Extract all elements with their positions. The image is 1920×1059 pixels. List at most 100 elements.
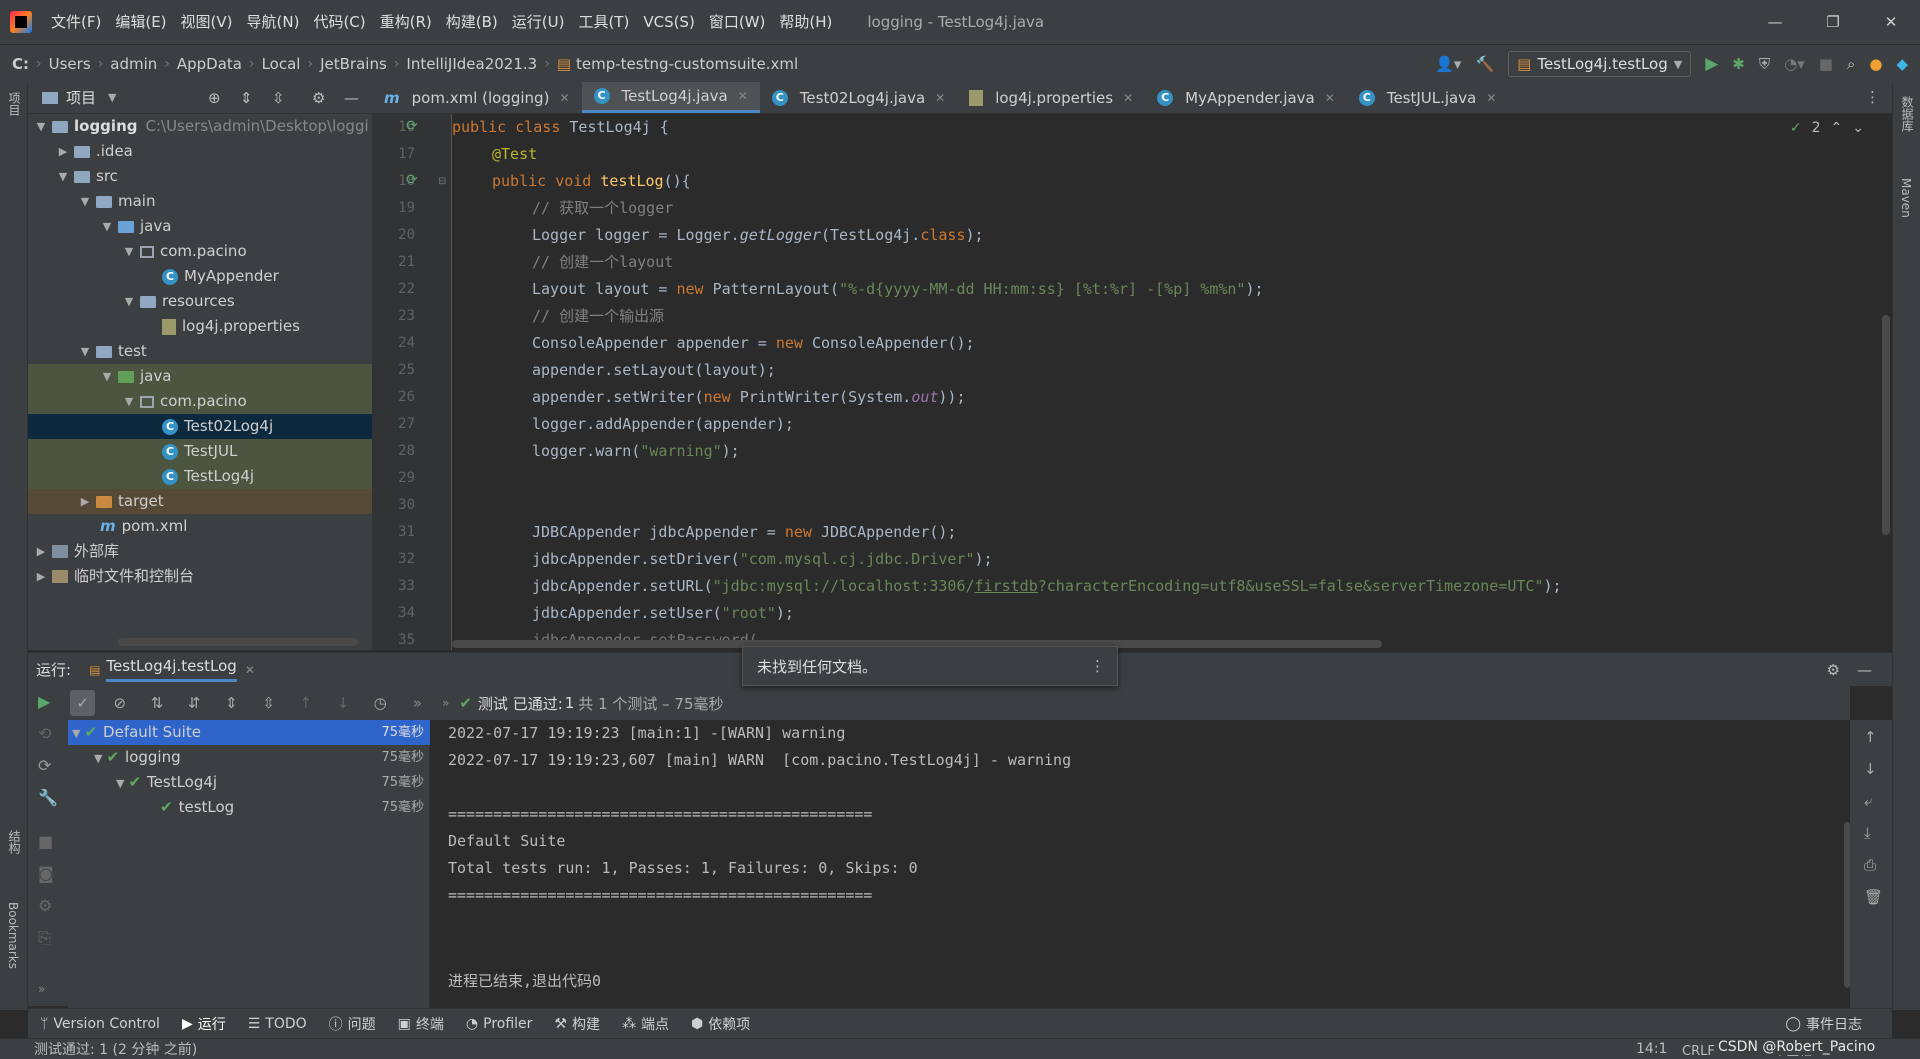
tab-dependencies[interactable]: ⬢ 依赖项 xyxy=(691,1014,750,1034)
tab-testjul[interactable]: C TestJUL.java ✕ xyxy=(1347,82,1509,113)
tree-node[interactable]: ▶ 外部库 xyxy=(34,539,119,564)
collapse-all-icon[interactable]: ⇳ xyxy=(256,690,281,716)
minimize-icon[interactable]: — xyxy=(1746,0,1804,44)
code-editor[interactable]: public class TestLog4j { @Test public vo… xyxy=(452,114,1880,650)
tab-terminal[interactable]: ▣ 终端 xyxy=(398,1014,444,1034)
tree-node[interactable]: ▼ test xyxy=(78,339,147,364)
tree-scrollbar[interactable] xyxy=(118,638,358,646)
more-options-icon[interactable]: ⋮ xyxy=(1090,657,1105,675)
chevron-up-icon[interactable]: ⌃ xyxy=(1831,120,1843,136)
stop-icon[interactable]: ■ xyxy=(1819,55,1833,73)
camera-icon[interactable]: ◙ xyxy=(38,864,54,883)
hide-icon[interactable]: — xyxy=(344,89,359,107)
structure-tool-tab[interactable]: 结构 xyxy=(6,830,23,854)
breadcrumb-item[interactable]: admin xyxy=(110,55,157,73)
tree-node[interactable]: ▼ main xyxy=(78,189,156,214)
search-icon[interactable]: ⌕ xyxy=(1847,55,1855,73)
tree-node[interactable]: ▶ target xyxy=(28,489,372,514)
menu-vcs[interactable]: VCS(S) xyxy=(636,0,701,44)
test-row-suite[interactable]: ▼ ✔ Default Suite 75毫秒 xyxy=(68,720,430,745)
run-test-gutter-icon[interactable]: ⟳ xyxy=(406,172,418,188)
tree-node[interactable]: ▼ com.pacino xyxy=(122,239,247,264)
maven-tool-tab[interactable]: Maven xyxy=(1899,178,1913,218)
breadcrumb-item[interactable]: C: xyxy=(12,55,29,73)
run-icon[interactable]: ▶ xyxy=(1705,54,1718,74)
arrow-up-icon[interactable]: ↑ xyxy=(293,690,318,716)
collapse-all-icon[interactable]: ⇳ xyxy=(272,89,285,107)
arrow-down-icon[interactable]: ↓ xyxy=(1864,760,1877,778)
more-icon[interactable]: » xyxy=(405,690,430,716)
import-icon[interactable]: ⎘ xyxy=(38,928,51,948)
tab-problems[interactable]: ⓘ 问题 xyxy=(329,1014,376,1034)
tab-endpoints[interactable]: ⁂ 端点 xyxy=(622,1014,669,1034)
wrench-icon[interactable]: 🔧 xyxy=(38,788,58,807)
expand-all-icon[interactable]: ⇕ xyxy=(219,690,244,716)
locate-icon[interactable]: ⊕ xyxy=(208,89,221,107)
tab-pom[interactable]: m pom.xml (logging) ✕ xyxy=(372,82,582,113)
database-tool-tab[interactable]: 数据库 xyxy=(1899,96,1916,132)
debug-icon[interactable]: ✱ xyxy=(1732,55,1745,73)
tab-profiler[interactable]: ◔ Profiler xyxy=(466,1016,533,1032)
test-row[interactable]: ▼ ✔ TestLog4j 75毫秒 xyxy=(68,770,430,795)
run-tab-label[interactable]: TestLog4j.testLog xyxy=(106,657,237,682)
close-icon[interactable]: ✕ xyxy=(1862,0,1920,44)
tab-build[interactable]: ⚒ 构建 xyxy=(554,1014,600,1034)
tree-node[interactable]: m pom.xml xyxy=(100,514,187,539)
tree-node[interactable]: ▼ java xyxy=(100,214,172,239)
close-icon[interactable]: ✕ xyxy=(245,663,255,677)
hide-icon[interactable]: — xyxy=(1857,661,1872,679)
breadcrumb-item[interactable]: Users xyxy=(49,55,91,73)
caret-position[interactable]: 14:1 xyxy=(1636,1041,1667,1057)
breadcrumb-item[interactable]: AppData xyxy=(177,55,242,73)
menu-view[interactable]: 视图(V) xyxy=(174,0,240,44)
chevron-down-icon[interactable]: ⌄ xyxy=(1852,120,1864,136)
coverage-icon[interactable]: ⛨ xyxy=(1759,55,1770,73)
test-row[interactable]: ▼ ✔ logging 75毫秒 xyxy=(68,745,430,770)
tab-event-log[interactable]: ◯ 事件日志 xyxy=(1785,1014,1862,1034)
tree-node-root[interactable]: ▼ logging C:\Users\admin\Desktop\loggi xyxy=(34,114,369,139)
menu-file[interactable]: 文件(F) xyxy=(44,0,108,44)
status-message[interactable]: 测试通过: 1 (2 分钟 之前) xyxy=(34,1039,197,1059)
breadcrumb-item[interactable]: JetBrains xyxy=(320,55,387,73)
inspection-widget[interactable]: ✓ 2 ⌃ ⌄ xyxy=(1790,120,1864,136)
rerun-failed-icon[interactable]: ⟲ xyxy=(38,724,51,743)
stop-icon[interactable]: ■ xyxy=(38,832,53,851)
tree-node[interactable]: ▼ resources xyxy=(122,289,235,314)
gear-icon[interactable]: ⚙ xyxy=(1827,661,1840,679)
menu-edit[interactable]: 编辑(E) xyxy=(108,0,173,44)
breadcrumb-item[interactable]: temp-testng-customsuite.xml xyxy=(576,55,798,73)
arrow-down-icon[interactable]: ↓ xyxy=(330,690,355,716)
menu-window[interactable]: 窗口(W) xyxy=(702,0,773,44)
sort-duration-icon[interactable]: ⇵ xyxy=(182,690,207,716)
menu-tools[interactable]: 工具(T) xyxy=(571,0,636,44)
menu-code[interactable]: 代码(C) xyxy=(306,0,372,44)
menu-help[interactable]: 帮助(H) xyxy=(772,0,839,44)
breadcrumb-item[interactable]: IntelliJIdea2021.3 xyxy=(406,55,537,73)
breadcrumb-item[interactable]: Local xyxy=(262,55,301,73)
show-passed-icon[interactable]: ✓ xyxy=(70,690,96,716)
bookmarks-tool-tab[interactable]: Bookmarks xyxy=(6,902,20,969)
expand-all-icon[interactable]: ⇕ xyxy=(240,89,253,107)
trash-icon[interactable]: 🗑 xyxy=(1864,888,1883,906)
update-icon[interactable]: ● xyxy=(1869,55,1882,73)
tab-log4j-properties[interactable]: log4j.properties ✕ xyxy=(957,82,1145,113)
print-icon[interactable]: ⎙ xyxy=(1864,856,1876,874)
tree-node[interactable]: ▼ java xyxy=(28,364,372,389)
soft-wrap-icon[interactable]: ⤶ xyxy=(1864,792,1872,810)
chevron-down-icon[interactable]: ▼ xyxy=(108,91,116,104)
tab-todo[interactable]: ☰ TODO xyxy=(248,1016,307,1032)
menu-navigate[interactable]: 导航(N) xyxy=(240,0,307,44)
menu-run[interactable]: 运行(U) xyxy=(505,0,572,44)
tree-node[interactable]: C TestLog4j xyxy=(28,464,372,489)
run-test-gutter-icon[interactable]: ⟳ xyxy=(406,118,418,134)
tree-node[interactable]: ▶ 临时文件和控制台 xyxy=(34,564,194,589)
jetbrains-icon[interactable]: ◆ xyxy=(1896,55,1908,73)
console-output[interactable]: 2022-07-17 19:19:23 [main:1] -[WARN] war… xyxy=(430,720,1850,1008)
rerun-icon[interactable]: ▶ xyxy=(38,692,50,711)
gear-icon[interactable]: ⚙ xyxy=(312,89,325,107)
menu-refactor[interactable]: 重构(R) xyxy=(373,0,439,44)
project-panel-title[interactable]: 项目 xyxy=(66,87,96,108)
show-ignored-icon[interactable]: ⊘ xyxy=(107,690,132,716)
tree-node[interactable]: ▼ src xyxy=(56,164,118,189)
chevron-right-icon[interactable]: » xyxy=(442,696,449,710)
